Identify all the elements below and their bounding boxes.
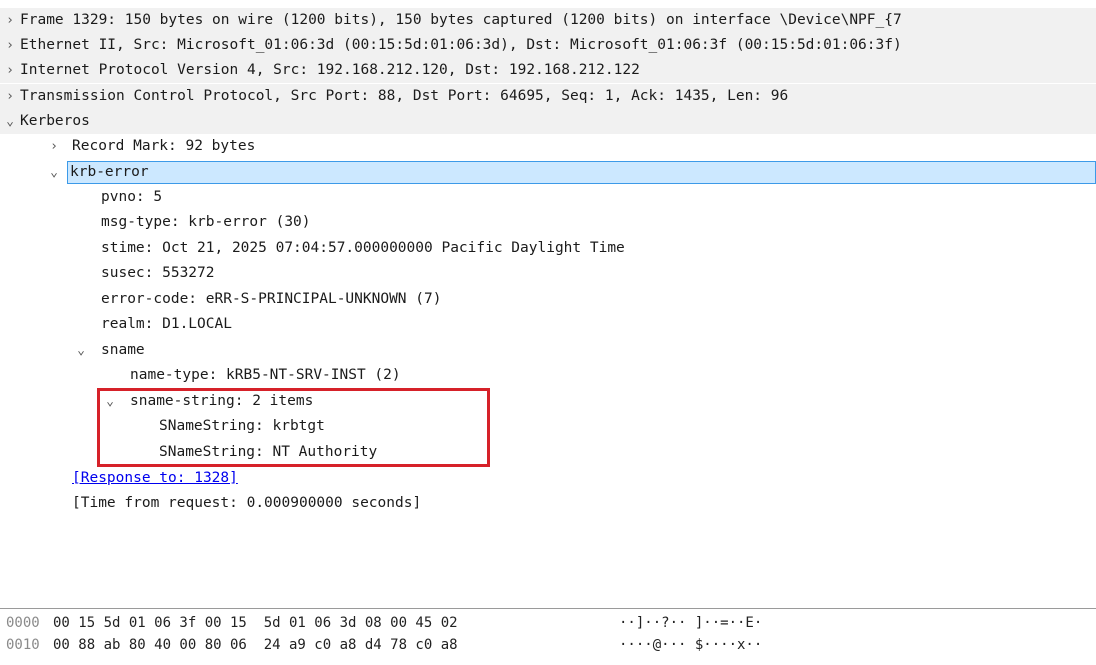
tree-item-pvno[interactable]: pvno: 5: [0, 185, 1096, 210]
tree-item-label: error-code: eRR-S-PRINCIPAL-UNKNOWN (7): [101, 291, 442, 307]
tree-item-label: [Time from request: 0.000900000 seconds]: [72, 495, 422, 511]
tree-item-krb-error[interactable]: ⌄ krb-error: [0, 160, 1096, 185]
tree-item-label: name-type: kRB5-NT-SRV-INST (2): [130, 367, 401, 383]
response-to-link[interactable]: [Response to: 1328]: [72, 466, 238, 491]
tree-item-frame[interactable]: › Frame 1329: 150 bytes on wire (1200 bi…: [0, 8, 1096, 33]
chevron-down-icon[interactable]: ⌄: [47, 160, 61, 185]
tree-item-error-code[interactable]: error-code: eRR-S-PRINCIPAL-UNKNOWN (7): [0, 287, 1096, 312]
tree-item-label: Kerberos: [20, 113, 90, 129]
tree-item-response-to[interactable]: [Response to: 1328]: [0, 466, 1096, 491]
packet-details-pane[interactable]: › Frame 1329: 150 bytes on wire (1200 bi…: [0, 0, 1096, 608]
tree-item-time-from-request[interactable]: [Time from request: 0.000900000 seconds]: [0, 491, 1096, 516]
tree-item-kerberos[interactable]: ⌄ Kerberos: [0, 109, 1096, 134]
tree-item-label: realm: D1.LOCAL: [101, 316, 232, 332]
bytes-hex: 00 15 5d 01 06 3f 00 15 5d 01 06 3d 08 0…: [53, 615, 458, 631]
tree-item-tcp[interactable]: › Transmission Control Protocol, Src Por…: [0, 84, 1096, 109]
bytes-ascii: ··]··?·· ]··=··E·: [619, 615, 763, 631]
tree-item-label: msg-type: krb-error (30): [101, 214, 311, 230]
highlight-annotation-box: [97, 388, 490, 467]
tree-item-label: Record Mark: 92 bytes: [72, 138, 256, 154]
chevron-down-icon[interactable]: ⌄: [3, 109, 17, 134]
bytes-ascii: ····@··· $····x··: [619, 637, 763, 653]
bytes-offset: 0010: [6, 637, 40, 653]
tree-item-label: Frame 1329: 150 bytes on wire (1200 bits…: [20, 12, 902, 28]
tree-item-label: Ethernet II, Src: Microsoft_01:06:3d (00…: [20, 37, 902, 53]
tree-item-label: Transmission Control Protocol, Src Port:…: [20, 88, 789, 104]
tree-item-label: pvno: 5: [101, 189, 163, 205]
packet-bytes-pane[interactable]: 0000 00 15 5d 01 06 3f 00 15 5d 01 06 3d…: [0, 608, 1096, 665]
tree-item-name-type[interactable]: name-type: kRB5-NT-SRV-INST (2): [0, 363, 1096, 388]
tree-item-label: stime: Oct 21, 2025 07:04:57.000000000 P…: [101, 240, 625, 256]
tree-item-susec[interactable]: susec: 553272: [0, 261, 1096, 286]
chevron-right-icon[interactable]: ›: [3, 58, 17, 83]
bytes-offset: 0000: [6, 615, 40, 631]
tree-item-label: Internet Protocol Version 4, Src: 192.16…: [20, 62, 640, 78]
chevron-down-icon[interactable]: ⌄: [74, 338, 88, 363]
chevron-right-icon[interactable]: ›: [3, 8, 17, 33]
tree-item-ipv4[interactable]: › Internet Protocol Version 4, Src: 192.…: [0, 58, 1096, 83]
tree-item-stime[interactable]: stime: Oct 21, 2025 07:04:57.000000000 P…: [0, 236, 1096, 261]
tree-item-sname[interactable]: ⌄ sname: [0, 338, 1096, 363]
tree-item-realm[interactable]: realm: D1.LOCAL: [0, 312, 1096, 337]
chevron-right-icon[interactable]: ›: [47, 134, 61, 159]
tree-item-label: susec: 553272: [101, 265, 215, 281]
bytes-hex: 00 88 ab 80 40 00 80 06 24 a9 c0 a8 d4 7…: [53, 637, 458, 653]
tree-item-ethernet[interactable]: › Ethernet II, Src: Microsoft_01:06:3d (…: [0, 33, 1096, 58]
tree-item-label: krb-error: [67, 161, 1096, 184]
chevron-right-icon[interactable]: ›: [3, 33, 17, 58]
chevron-right-icon[interactable]: ›: [3, 84, 17, 109]
tree-item-record-mark[interactable]: › Record Mark: 92 bytes: [0, 134, 1096, 159]
tree-item-label: sname: [101, 342, 145, 358]
tree-item-msg-type[interactable]: msg-type: krb-error (30): [0, 210, 1096, 235]
